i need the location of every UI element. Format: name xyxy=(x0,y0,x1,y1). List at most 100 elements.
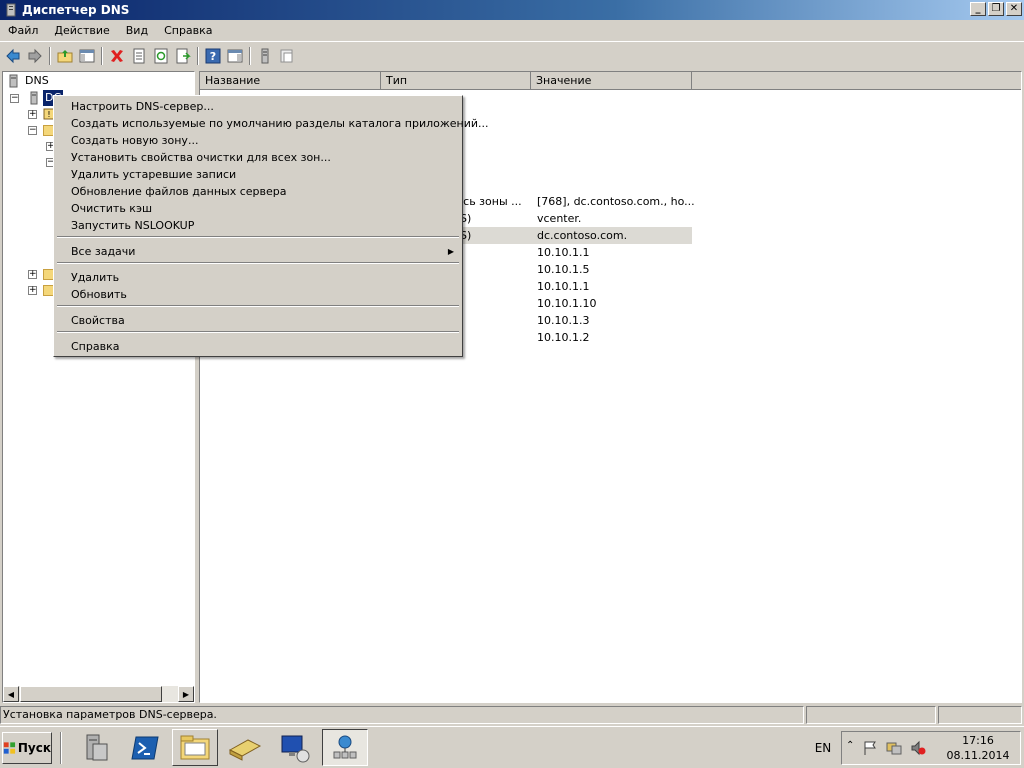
tree-collapse-toggle[interactable]: − xyxy=(28,126,37,135)
column-header-type[interactable]: Тип xyxy=(381,72,531,90)
server-manager-icon xyxy=(86,734,108,760)
scroll-left-button[interactable]: ◀ xyxy=(3,686,19,702)
scroll-thumb[interactable] xyxy=(20,686,162,702)
tree-horizontal-scrollbar[interactable]: ◀ ▶ xyxy=(3,686,194,702)
row-value: 10.10.1.3 xyxy=(537,314,590,327)
menu-item-clear-cache[interactable]: Очистить кэш xyxy=(56,200,460,217)
clock-date: 08.11.2014 xyxy=(946,749,1010,762)
help-button[interactable]: ? xyxy=(202,45,224,67)
maximize-button[interactable]: ❐ xyxy=(988,2,1004,16)
taskbar-app[interactable] xyxy=(222,729,268,766)
menu-item-properties[interactable]: Свойства xyxy=(56,312,460,329)
filter-icon xyxy=(280,49,293,63)
row-value: 10.10.1.1 xyxy=(537,246,590,259)
show-console-tree-button[interactable] xyxy=(76,45,98,67)
tree-collapse-toggle[interactable]: − xyxy=(10,94,19,103)
menu-file[interactable]: Файл xyxy=(0,24,46,37)
menu-item-refresh[interactable]: Обновить xyxy=(56,286,460,303)
context-menu: Настроить DNS-сервер... Создать использу… xyxy=(53,95,489,357)
toolbar-separator xyxy=(101,47,103,65)
window-titlebar[interactable]: Диспетчер DNS _ ❐ ✕ xyxy=(0,0,1024,20)
taskbar-powershell[interactable] xyxy=(122,729,168,766)
taskbar-server-manager[interactable] xyxy=(72,729,118,766)
scroll-right-button[interactable]: ▶ xyxy=(178,686,194,702)
network-icon[interactable] xyxy=(886,740,902,756)
explorer-folder-icon xyxy=(180,735,210,759)
refresh-icon xyxy=(154,48,168,64)
powershell-icon xyxy=(131,736,159,759)
volume-muted-icon[interactable] xyxy=(910,740,926,756)
tree-item-dns-root[interactable]: DNS xyxy=(7,73,49,89)
tree-expand-toggle[interactable]: + xyxy=(28,270,37,279)
filter-button[interactable] xyxy=(276,45,298,67)
menu-separator xyxy=(57,331,459,333)
column-header-name[interactable]: Название xyxy=(200,72,381,90)
all-tasks-label: Все задачи xyxy=(71,245,136,258)
start-button[interactable]: Пуск xyxy=(2,732,52,764)
menu-action[interactable]: Действие xyxy=(46,24,117,37)
server-button[interactable] xyxy=(254,45,276,67)
refresh-button[interactable] xyxy=(150,45,172,67)
language-indicator[interactable]: EN xyxy=(808,731,838,765)
row-value: 10.10.1.5 xyxy=(537,263,590,276)
tree-expand-toggle[interactable]: + xyxy=(28,110,37,119)
menu-help[interactable]: Справка xyxy=(156,24,220,37)
export-list-button[interactable] xyxy=(172,45,194,67)
forward-button[interactable] xyxy=(24,45,46,67)
toolbar-separator xyxy=(249,47,251,65)
tree-expand-toggle[interactable]: + xyxy=(28,286,37,295)
taskbar-remote-desktop[interactable] xyxy=(272,729,318,766)
back-arrow-icon xyxy=(6,48,20,64)
row-value: 10.10.1.10 xyxy=(537,297,597,310)
taskbar-dns-manager[interactable] xyxy=(322,729,368,766)
dns-manager-icon xyxy=(333,735,357,758)
disk-drive-icon xyxy=(228,738,262,761)
server-icon xyxy=(261,48,269,64)
status-text: Установка параметров DNS-сервера. xyxy=(0,706,804,724)
row-value: dc.contoso.com. xyxy=(537,229,628,242)
menu-separator xyxy=(57,236,459,238)
menu-item-help[interactable]: Справка xyxy=(56,338,460,355)
row-value: 10.10.1.2 xyxy=(537,331,590,344)
menu-item-scavenge-stale-records[interactable]: Удалить устаревшие записи xyxy=(56,166,460,183)
back-button[interactable] xyxy=(2,45,24,67)
menu-item-delete[interactable]: Удалить xyxy=(56,269,460,286)
status-panel xyxy=(938,706,1022,724)
action-pane-icon xyxy=(227,49,243,63)
taskbar: Пуск EN ⌃ 17:16 08.11.2014 xyxy=(0,726,1024,768)
menu-item-new-zone[interactable]: Создать новую зону... xyxy=(56,132,460,149)
taskbar-explorer[interactable] xyxy=(172,729,218,766)
taskbar-separator xyxy=(60,732,62,764)
server-icon xyxy=(30,91,38,105)
menu-item-set-aging-scavenging[interactable]: Установить свойства очистки для всех зон… xyxy=(56,149,460,166)
row-value: vcenter. xyxy=(537,212,582,225)
minimize-button[interactable]: _ xyxy=(970,2,986,16)
menu-item-update-server-data-files[interactable]: Обновление файлов данных сервера xyxy=(56,183,460,200)
column-header-value[interactable]: Значение xyxy=(531,72,692,90)
menu-item-all-tasks[interactable]: Все задачи ▶ xyxy=(56,243,460,260)
column-header-empty xyxy=(692,72,1021,90)
toolbar: ? xyxy=(0,43,1024,69)
delete-x-icon xyxy=(111,50,123,62)
close-button[interactable]: ✕ xyxy=(1006,2,1022,16)
menu-view[interactable]: Вид xyxy=(118,24,156,37)
toolbar-separator xyxy=(49,47,51,65)
up-level-button[interactable] xyxy=(54,45,76,67)
show-action-pane-button[interactable] xyxy=(224,45,246,67)
remote-desktop-icon xyxy=(281,735,310,762)
start-label: Пуск xyxy=(17,741,51,755)
show-hidden-icons-button[interactable]: ⌃ xyxy=(846,740,854,751)
menu-item-launch-nslookup[interactable]: Запустить NSLOOKUP xyxy=(56,217,460,234)
toolbar-separator xyxy=(197,47,199,65)
properties-button[interactable] xyxy=(128,45,150,67)
flag-icon[interactable] xyxy=(862,740,878,756)
menu-item-create-default-partitions[interactable]: Создать используемые по умолчанию раздел… xyxy=(56,115,489,132)
submenu-arrow-icon: ▶ xyxy=(447,247,454,256)
menu-item-configure-dns-server[interactable]: Настроить DNS-сервер... xyxy=(56,98,460,115)
forward-arrow-icon xyxy=(28,48,42,64)
status-panel xyxy=(806,706,936,724)
status-bar: Установка параметров DNS-сервера. xyxy=(0,705,1024,725)
delete-button[interactable] xyxy=(106,45,128,67)
menu-separator xyxy=(57,305,459,307)
svg-text:?: ? xyxy=(210,50,216,63)
